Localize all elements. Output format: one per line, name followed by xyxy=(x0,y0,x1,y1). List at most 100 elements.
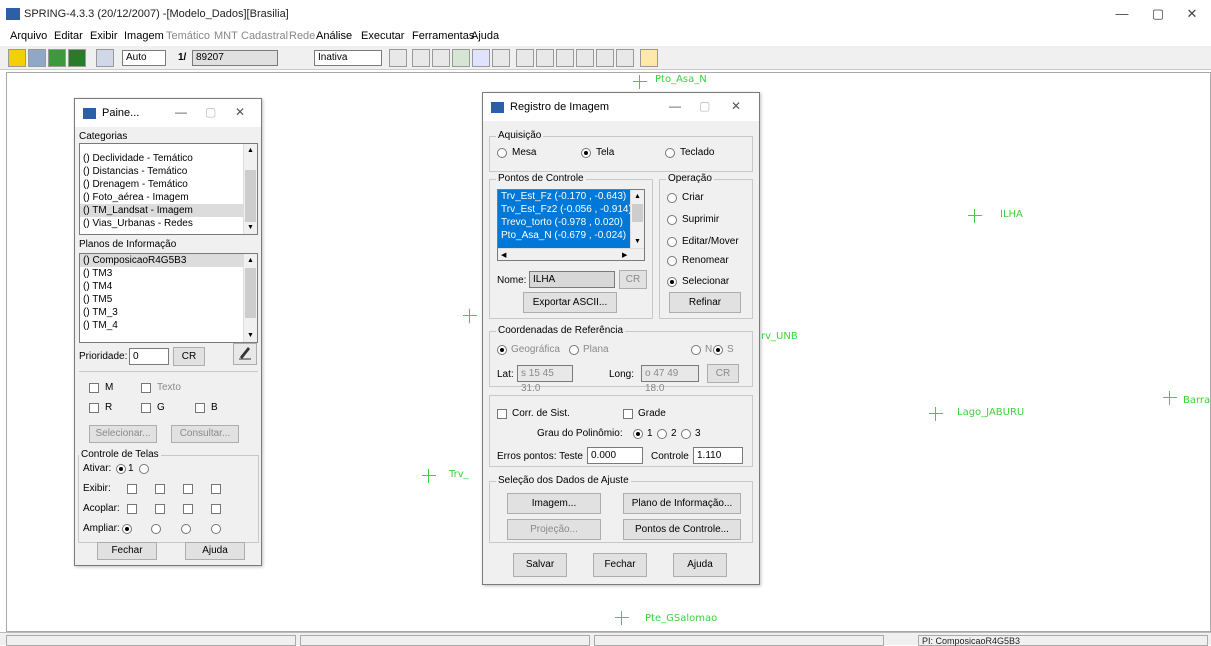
acoplar-4-checkbox[interactable] xyxy=(183,504,193,514)
criar-radio[interactable] xyxy=(667,193,677,203)
n-radio[interactable] xyxy=(691,345,701,355)
scroll-up-icon[interactable]: ▲ xyxy=(244,254,257,267)
mode-select[interactable]: Inativa xyxy=(314,50,382,66)
menu-arquivo[interactable]: Arquivo xyxy=(10,30,47,42)
r-checkbox[interactable] xyxy=(89,403,99,413)
menu-mnt[interactable]: MNT xyxy=(214,30,238,42)
list-item[interactable]: () ComposicaoR4G5B3 xyxy=(80,254,257,267)
list-item[interactable]: () TM4 xyxy=(80,280,257,293)
list-item[interactable]: Pto_Asa_N (-0.679 , -0.024) xyxy=(498,229,644,242)
project-icon[interactable] xyxy=(28,49,46,67)
prioridade-field[interactable]: 0 xyxy=(129,348,169,365)
ampliar-1-radio[interactable] xyxy=(122,524,132,534)
list-item[interactable]: () TM_Landsat - Imagem xyxy=(80,204,257,217)
pencil-icon[interactable] xyxy=(233,343,257,365)
refinar-button[interactable]: Refinar xyxy=(669,292,741,313)
ampliar-2-radio[interactable] xyxy=(151,524,161,534)
menu-exibir[interactable]: Exibir xyxy=(90,30,118,42)
g-checkbox[interactable] xyxy=(141,403,151,413)
list-item[interactable]: () TM5 xyxy=(80,293,257,306)
minimize-button[interactable]: — xyxy=(175,105,187,119)
database-icon[interactable] xyxy=(8,49,26,67)
erase-icon[interactable] xyxy=(492,49,510,67)
display-icon[interactable] xyxy=(96,49,114,67)
renomear-radio[interactable] xyxy=(667,256,677,266)
zoom-area-icon[interactable] xyxy=(556,49,574,67)
scale-field[interactable]: 89207 xyxy=(192,50,278,66)
editar-radio[interactable] xyxy=(667,237,677,247)
list-item[interactable]: () TM3 xyxy=(80,267,257,280)
minimize-button[interactable]: — xyxy=(669,99,681,113)
ampliar-8-radio[interactable] xyxy=(211,524,221,534)
acoplar-2-checkbox[interactable] xyxy=(127,504,137,514)
minimize-button[interactable]: — xyxy=(1107,4,1137,24)
ajuda-button[interactable]: Ajuda xyxy=(185,542,245,560)
exibir-5-checkbox[interactable] xyxy=(211,484,221,494)
cursor-icon[interactable] xyxy=(452,49,470,67)
geografica-radio[interactable] xyxy=(497,345,507,355)
planos-list[interactable]: () ComposicaoR4G5B3 () TM3 () TM4 () TM5… xyxy=(79,253,258,343)
plano-informacao-button[interactable]: Plano de Informação... xyxy=(623,493,741,514)
lat-field[interactable]: s 15 45 31.0 xyxy=(517,365,573,394)
previous-icon[interactable] xyxy=(596,49,614,67)
tela-radio[interactable] xyxy=(581,148,591,158)
teste-field[interactable]: 0.000 xyxy=(587,447,643,464)
list-item[interactable]: () TM_4 xyxy=(80,319,257,332)
ativar-2-radio[interactable] xyxy=(139,464,149,474)
cr-button[interactable]: CR xyxy=(707,364,739,383)
crosshair-icon[interactable] xyxy=(432,49,450,67)
scrollbar[interactable]: ▲ ▼ xyxy=(630,190,644,248)
list-item[interactable]: () TM_3 xyxy=(80,306,257,319)
horizontal-scrollbar[interactable]: ◀ ▶ xyxy=(498,248,644,260)
help-icon[interactable] xyxy=(640,49,658,67)
close-button[interactable]: ✕ xyxy=(1177,4,1207,24)
projecao-button[interactable]: Projeção... xyxy=(507,519,601,540)
s-radio[interactable] xyxy=(713,345,723,355)
scrollbar[interactable]: ▲ ▼ xyxy=(243,254,257,342)
exibir-3-checkbox[interactable] xyxy=(155,484,165,494)
grau-1-radio[interactable] xyxy=(633,429,643,439)
cr-button[interactable]: CR xyxy=(173,347,205,366)
menu-executar[interactable]: Executar xyxy=(361,30,404,42)
restore-icon[interactable] xyxy=(616,49,634,67)
menu-tematico[interactable]: Temático xyxy=(166,30,210,42)
scroll-left-icon[interactable]: ◀ xyxy=(501,251,506,259)
zoom-fit-icon[interactable] xyxy=(576,49,594,67)
selecionar-radio[interactable] xyxy=(667,277,677,287)
list-item[interactable]: () Declividade - Temático xyxy=(80,152,257,165)
fechar-button[interactable]: Fechar xyxy=(97,542,157,560)
b-checkbox[interactable] xyxy=(195,403,205,413)
menu-ajuda[interactable]: Ajuda xyxy=(471,30,499,42)
scroll-down-icon[interactable]: ▼ xyxy=(244,329,257,342)
menu-imagem[interactable]: Imagem xyxy=(124,30,164,42)
m-checkbox[interactable] xyxy=(89,383,99,393)
menu-rede[interactable]: Rede xyxy=(289,30,315,42)
grau-2-radio[interactable] xyxy=(657,429,667,439)
imagem-button[interactable]: Imagem... xyxy=(507,493,601,514)
plana-radio[interactable] xyxy=(569,345,579,355)
fechar-button[interactable]: Fechar xyxy=(593,553,647,577)
consultar-button[interactable]: Consultar... xyxy=(171,425,239,443)
pontos-list[interactable]: Trv_Est_Fz (-0.170 , -0.643) Trv_Est_Fz2… xyxy=(497,189,645,261)
pan-icon[interactable] xyxy=(412,49,430,67)
menu-analise[interactable]: Análise xyxy=(316,30,352,42)
scroll-thumb[interactable] xyxy=(245,268,256,318)
long-field[interactable]: o 47 49 18.0 xyxy=(641,365,699,394)
menu-ferramentas[interactable]: Ferramentas xyxy=(412,30,474,42)
controle-field[interactable]: 1.110 xyxy=(693,447,743,464)
scroll-thumb[interactable] xyxy=(632,204,643,222)
scroll-up-icon[interactable]: ▲ xyxy=(244,144,257,157)
zoom-in-icon[interactable] xyxy=(516,49,534,67)
maximize-button[interactable]: ▢ xyxy=(205,105,216,119)
texto-checkbox[interactable] xyxy=(141,383,151,393)
scroll-up-icon[interactable]: ▲ xyxy=(631,190,644,203)
nome-field[interactable]: ILHA xyxy=(529,271,615,288)
selecionar-button[interactable]: Selecionar... xyxy=(89,425,157,443)
cr-button[interactable]: CR xyxy=(619,270,647,289)
ativar-1-radio[interactable] xyxy=(116,464,126,474)
mesa-radio[interactable] xyxy=(497,148,507,158)
list-item[interactable]: Trevo_torto (-0.978 , 0.020) xyxy=(498,216,644,229)
list-item[interactable]: () Foto_aérea - Imagem xyxy=(80,191,257,204)
scrollbar[interactable]: ▲ ▼ xyxy=(243,144,257,234)
salvar-button[interactable]: Salvar xyxy=(513,553,567,577)
